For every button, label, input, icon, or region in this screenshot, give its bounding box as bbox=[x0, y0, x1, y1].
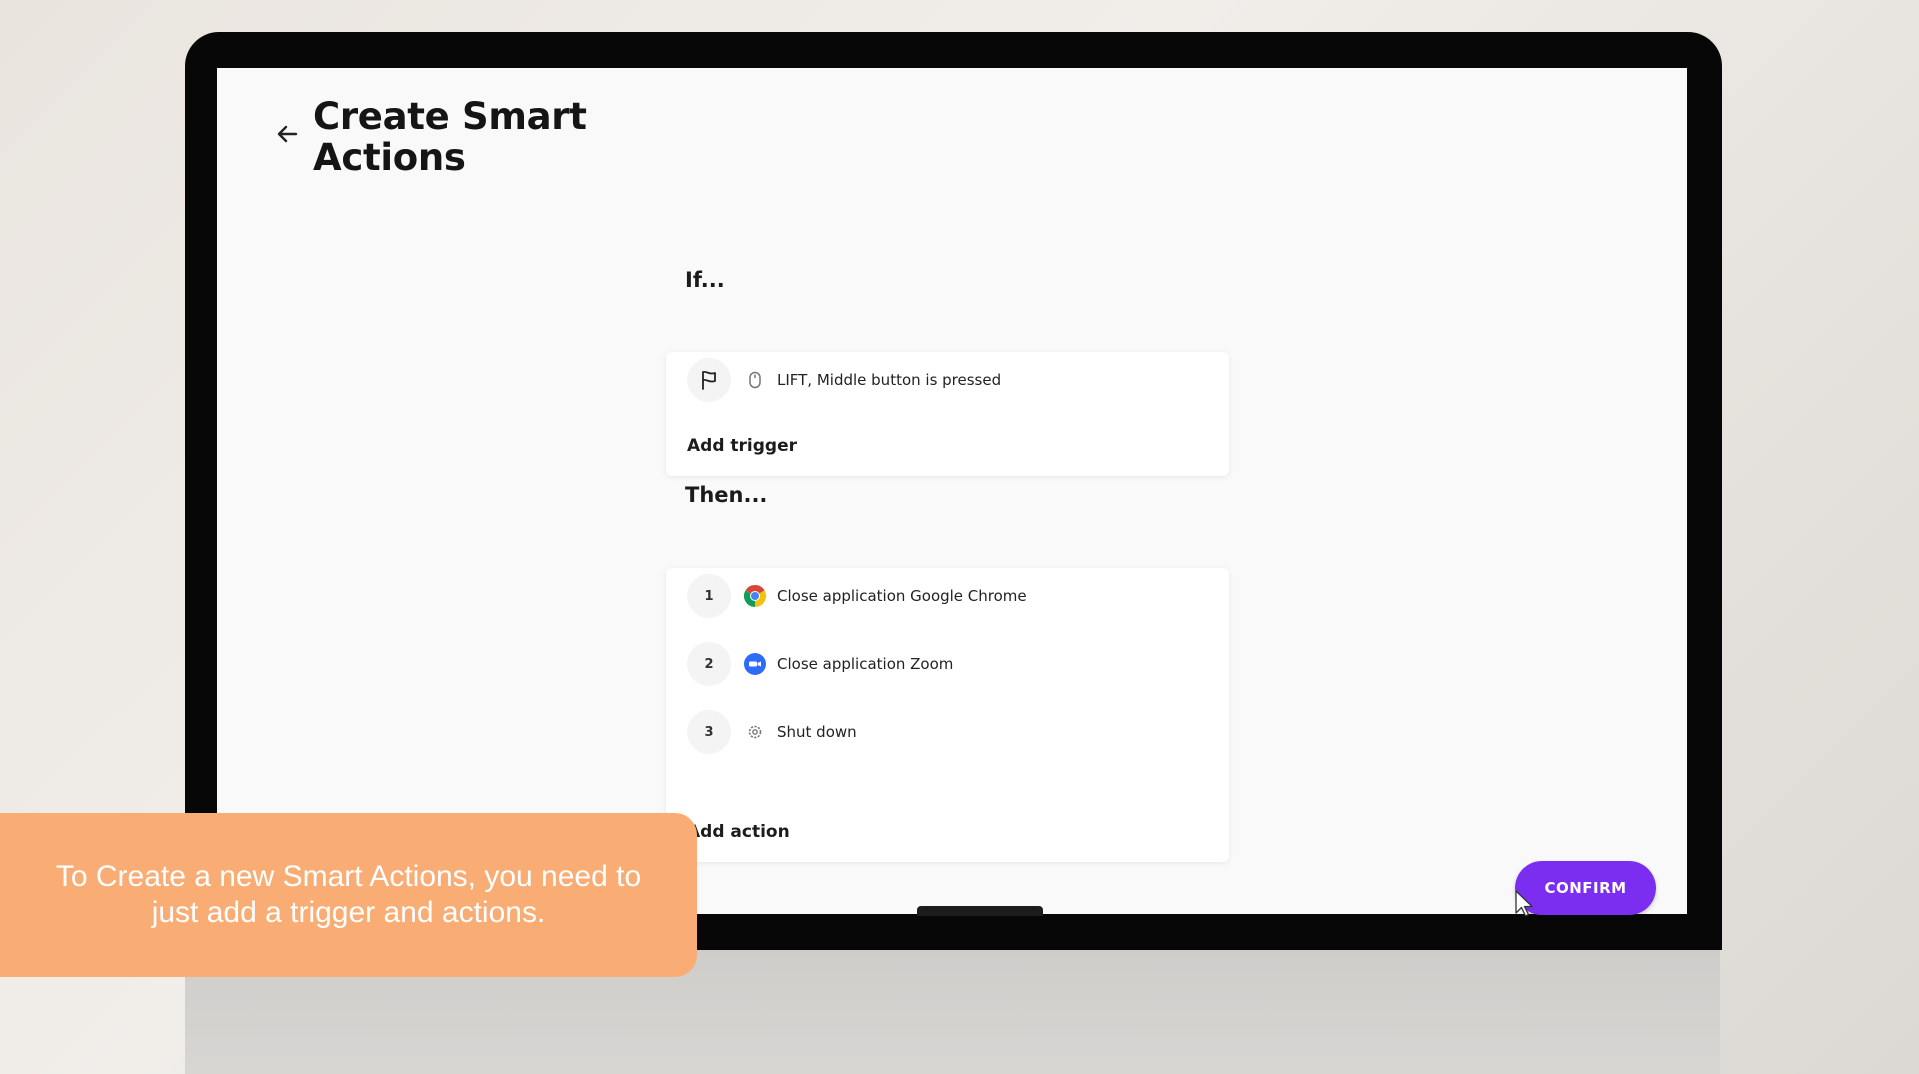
action-row[interactable]: 2 Close application Zoom bbox=[687, 641, 953, 687]
mouse-icon bbox=[744, 369, 766, 391]
action-number: 2 bbox=[687, 642, 731, 686]
caption-text: To Create a new Smart Actions, you need … bbox=[55, 860, 642, 929]
action-number: 1 bbox=[687, 574, 731, 618]
back-arrow-icon[interactable] bbox=[274, 122, 300, 146]
action-row[interactable]: 3 Shut down bbox=[687, 709, 857, 755]
laptop-hinge bbox=[917, 906, 1043, 916]
trigger-row[interactable]: LIFT, Middle button is pressed bbox=[687, 357, 1001, 403]
add-action-link[interactable]: Add action bbox=[687, 822, 790, 842]
gear-icon bbox=[744, 721, 766, 743]
action-text: Close application Zoom bbox=[777, 655, 954, 673]
chrome-icon bbox=[744, 585, 766, 607]
add-trigger-link[interactable]: Add trigger bbox=[687, 436, 797, 456]
confirm-button[interactable]: CONFIRM bbox=[1515, 861, 1656, 915]
trigger-card: LIFT, Middle button is pressed Add trigg… bbox=[666, 352, 1229, 476]
action-row[interactable]: 1 Close application Google Chrome bbox=[687, 573, 1027, 619]
action-number: 3 bbox=[687, 710, 731, 754]
flag-icon bbox=[702, 370, 716, 390]
caption-banner: To Create a new Smart Actions, you need … bbox=[0, 813, 697, 977]
trigger-flag-button[interactable] bbox=[687, 358, 731, 402]
zoom-icon bbox=[744, 653, 766, 675]
app-screen: Create Smart Actions If... LIFT, Middle … bbox=[217, 68, 1687, 914]
then-section-label: Then... bbox=[685, 483, 768, 507]
page-title: Create Smart Actions bbox=[313, 95, 587, 179]
if-section-label: If... bbox=[685, 268, 725, 292]
mouse-cursor-icon bbox=[1515, 890, 1533, 917]
actions-card: 1 Close application Google Chrome 2 Clos… bbox=[666, 568, 1229, 862]
action-text: Shut down bbox=[777, 723, 857, 741]
action-text: Close application Google Chrome bbox=[777, 587, 1027, 605]
trigger-text: LIFT, Middle button is pressed bbox=[777, 371, 1002, 389]
